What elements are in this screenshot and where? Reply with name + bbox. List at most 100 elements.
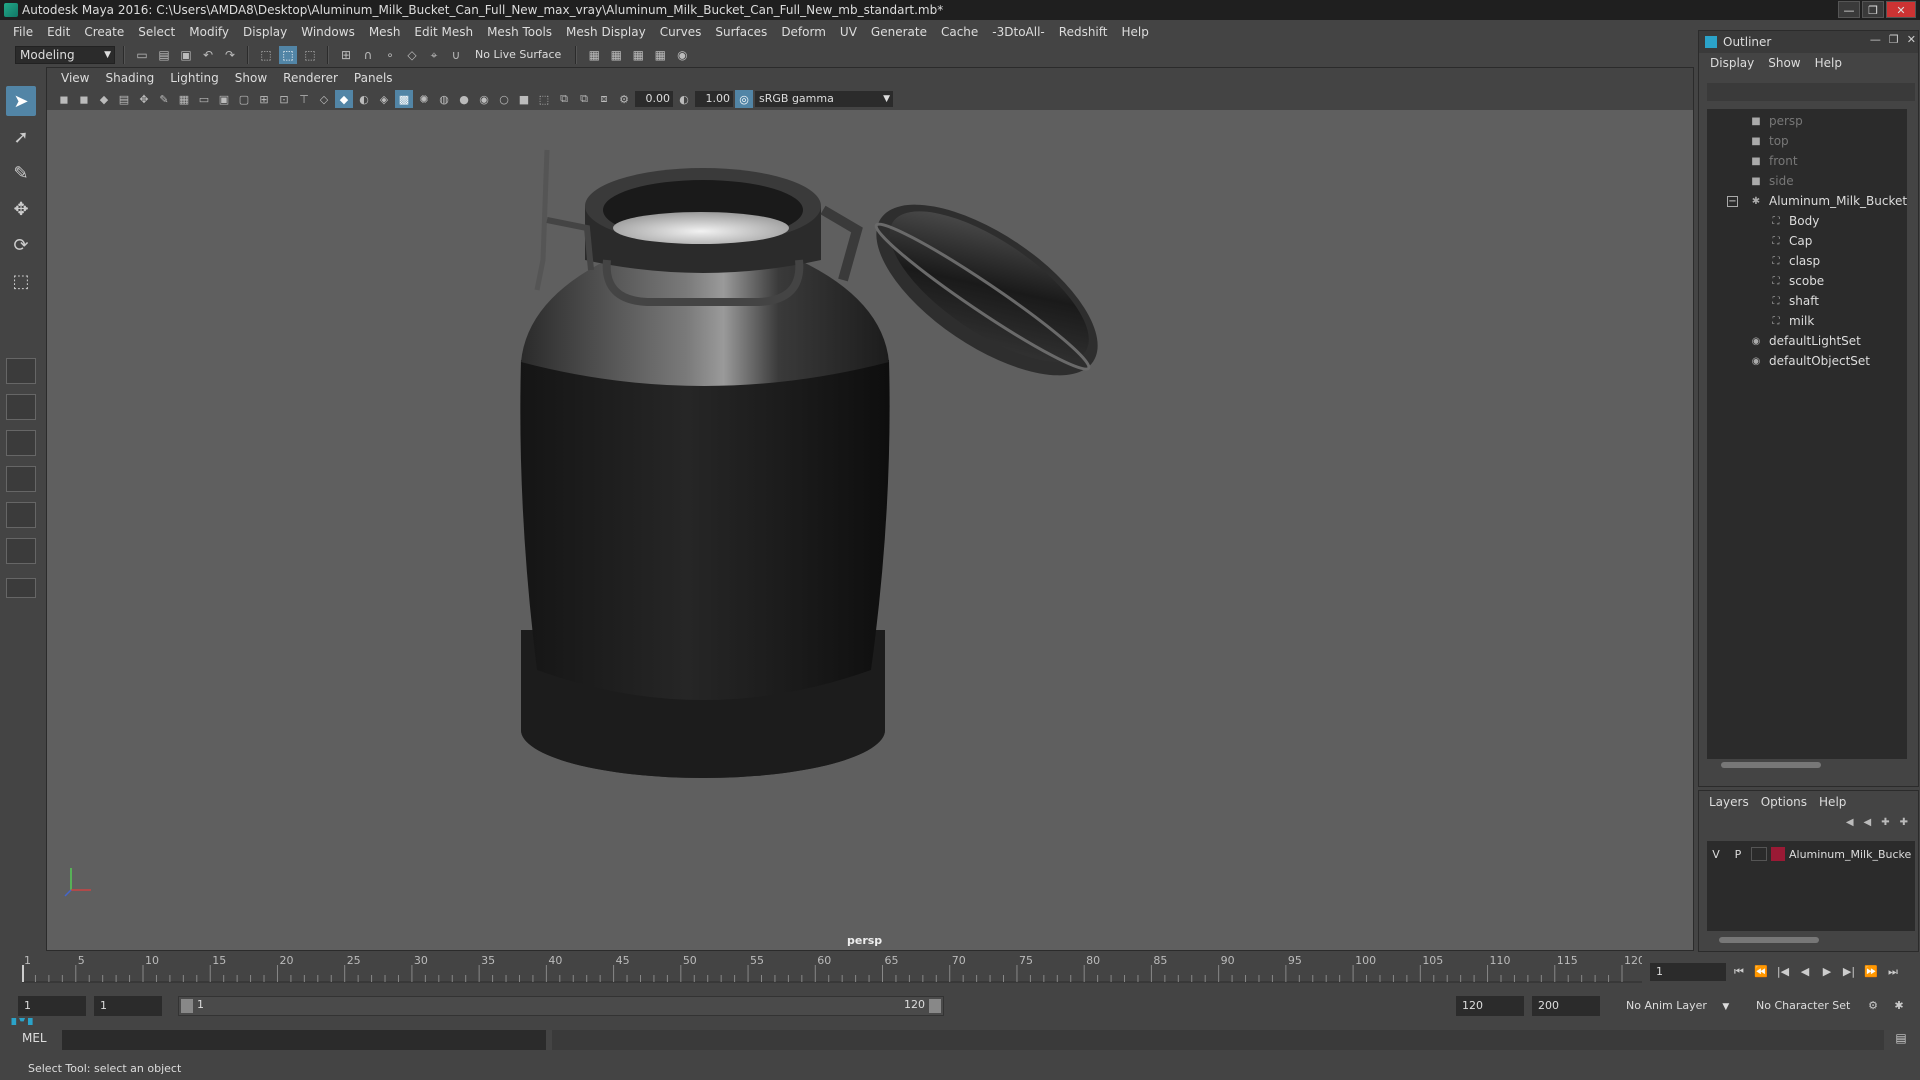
motion-blur-icon[interactable]: ◉ [475,90,493,108]
command-input[interactable] [62,1030,546,1050]
xray-icon[interactable]: ⧉ [555,90,573,108]
safe-title-icon[interactable]: ⊤ [295,90,313,108]
play-backwards-icon[interactable]: ◀ [1796,963,1814,981]
film-gate-icon[interactable]: ▭ [195,90,213,108]
current-frame-field[interactable]: 1 [1650,963,1726,981]
hypershade-layout-icon[interactable] [6,538,36,564]
open-scene-icon[interactable]: ▤ [155,46,173,64]
live-surface-field[interactable]: No Live Surface [469,46,567,64]
field-chart-icon[interactable]: ⊞ [255,90,273,108]
viewport-menu-view[interactable]: View [53,71,97,85]
anti-aliasing-icon[interactable]: ○ [495,90,513,108]
side-by-side-layout-icon[interactable] [6,430,36,456]
magnet-icon[interactable]: ∪ [447,46,465,64]
command-language-toggle[interactable]: MEL [22,1031,47,1045]
outliner-horizontal-scrollbar[interactable] [1707,759,1915,771]
viewport-menu-lighting[interactable]: Lighting [162,71,227,85]
preferences-icon[interactable]: ✱ [1890,997,1908,1015]
outliner-item-top[interactable]: ■ top [1749,131,1788,151]
mode-dropdown[interactable]: Modeling ▼ [15,46,115,64]
resolution-gate-icon[interactable]: ▣ [215,90,233,108]
step-back-key-icon[interactable]: ⏪ [1752,963,1770,981]
redo-icon[interactable]: ↷ [221,46,239,64]
ipr-render-icon[interactable]: ▦ [629,46,647,64]
menu-create[interactable]: Create [77,25,131,39]
rotate-tool-icon[interactable]: ⟳ [6,230,36,260]
viewport-menu-show[interactable]: Show [227,71,275,85]
use-default-material-icon[interactable]: ◐ [355,90,373,108]
menu-select[interactable]: Select [131,25,182,39]
outliner-item-front[interactable]: ■ front [1749,151,1797,171]
step-forward-key-icon[interactable]: ⏩ [1862,963,1880,981]
outliner-menu-show[interactable]: Show [1761,56,1807,70]
menu-deform[interactable]: Deform [774,25,833,39]
safe-action-icon[interactable]: ⊡ [275,90,293,108]
outliner-vertical-scrollbar[interactable] [1907,109,1917,759]
layers-menu-help[interactable]: Help [1813,795,1852,809]
textured-icon[interactable]: ▩ [395,90,413,108]
layer-color-swatch[interactable] [1771,847,1785,861]
2d-pan-zoom-icon[interactable]: ✥ [135,90,153,108]
scrollbar-thumb[interactable] [1719,937,1819,943]
outliner-item-persp[interactable]: ■ persp [1749,111,1803,131]
grease-pencil-icon[interactable]: ✎ [155,90,173,108]
image-plane-icon[interactable]: ▤ [115,90,133,108]
viewport-canvas[interactable]: persp [47,110,1693,950]
layers-menu-options[interactable]: Options [1755,795,1813,809]
select-object-icon[interactable]: ⬚ [279,46,297,64]
menu-uv[interactable]: UV [833,25,864,39]
maximize-button[interactable]: ❐ [1862,1,1884,18]
snap-live-icon[interactable]: ⌖ [425,46,443,64]
outliner-search-input[interactable] [1707,83,1915,101]
paint-select-tool-icon[interactable]: ✎ [6,158,36,188]
outliner-item-scobe[interactable]: ⛶ scobe [1769,271,1825,291]
layers-menu-layers[interactable]: Layers [1703,795,1755,809]
render-view-icon[interactable]: ▦ [651,46,669,64]
minimize-button[interactable]: — [1870,33,1881,46]
xray-joints-icon[interactable]: ⧉ [575,90,593,108]
bookmark-icon[interactable]: ◆ [95,90,113,108]
outliner-item-milk[interactable]: ⛶ milk [1769,311,1815,331]
xray-components-icon[interactable]: ⧈ [595,90,613,108]
viewport-menu-panels[interactable]: Panels [346,71,401,85]
outliner-item-default-light-set[interactable]: ◉ defaultLightSet [1749,331,1861,351]
menu-generate[interactable]: Generate [864,25,934,39]
menu-modify[interactable]: Modify [182,25,236,39]
anim-layer-dropdown[interactable]: No Anim Layer ▼ [1620,996,1740,1016]
viewport-menu-renderer[interactable]: Renderer [275,71,346,85]
gamma-field[interactable]: 1.00 [695,91,733,107]
exposure-field[interactable]: 0.00 [635,91,673,107]
screen-space-ao-icon[interactable]: ● [455,90,473,108]
view-transform-dropdown[interactable]: sRGB gamma ▼ [755,91,893,107]
minimize-button[interactable]: — [1838,1,1860,18]
more-layouts-icon[interactable] [6,578,36,598]
animation-end-field[interactable]: 200 [1532,996,1600,1016]
shadows-icon[interactable]: ◍ [435,90,453,108]
select-tool-icon[interactable]: ➤ [6,86,36,116]
outliner-item-default-object-set[interactable]: ◉ defaultObjectSet [1749,351,1870,371]
wireframe-icon[interactable]: ◇ [315,90,333,108]
menu-file[interactable]: File [6,25,40,39]
outliner-item-side[interactable]: ■ side [1749,171,1793,191]
save-scene-icon[interactable]: ▣ [177,46,195,64]
range-slider[interactable]: 1 120 [178,996,944,1016]
layer-row[interactable]: V P Aluminum_Milk_Bucke [1707,845,1915,863]
character-set-dropdown[interactable]: No Character Set [1750,996,1870,1016]
range-start-handle[interactable] [181,999,193,1013]
menu-surfaces[interactable]: Surfaces [708,25,774,39]
outliner-menu-display[interactable]: Display [1703,56,1761,70]
outliner-item-shaft[interactable]: ⛶ shaft [1769,291,1819,311]
hypershade-icon[interactable]: ◉ [673,46,691,64]
menu-mesh-display[interactable]: Mesh Display [559,25,653,39]
menu-redshift[interactable]: Redshift [1052,25,1115,39]
select-component-icon[interactable]: ⬚ [301,46,319,64]
new-scene-icon[interactable]: ▭ [133,46,151,64]
animation-start-field[interactable]: 1 [18,996,86,1016]
script-editor-icon[interactable]: ▤ [1892,1031,1910,1049]
menu-edit-mesh[interactable]: Edit Mesh [407,25,480,39]
viewport-menu-shading[interactable]: Shading [97,71,162,85]
snap-view-plane-icon[interactable]: ◇ [403,46,421,64]
menu-mesh[interactable]: Mesh [362,25,408,39]
use-all-lights-icon[interactable]: ✺ [415,90,433,108]
smooth-shade-icon[interactable]: ◆ [335,90,353,108]
